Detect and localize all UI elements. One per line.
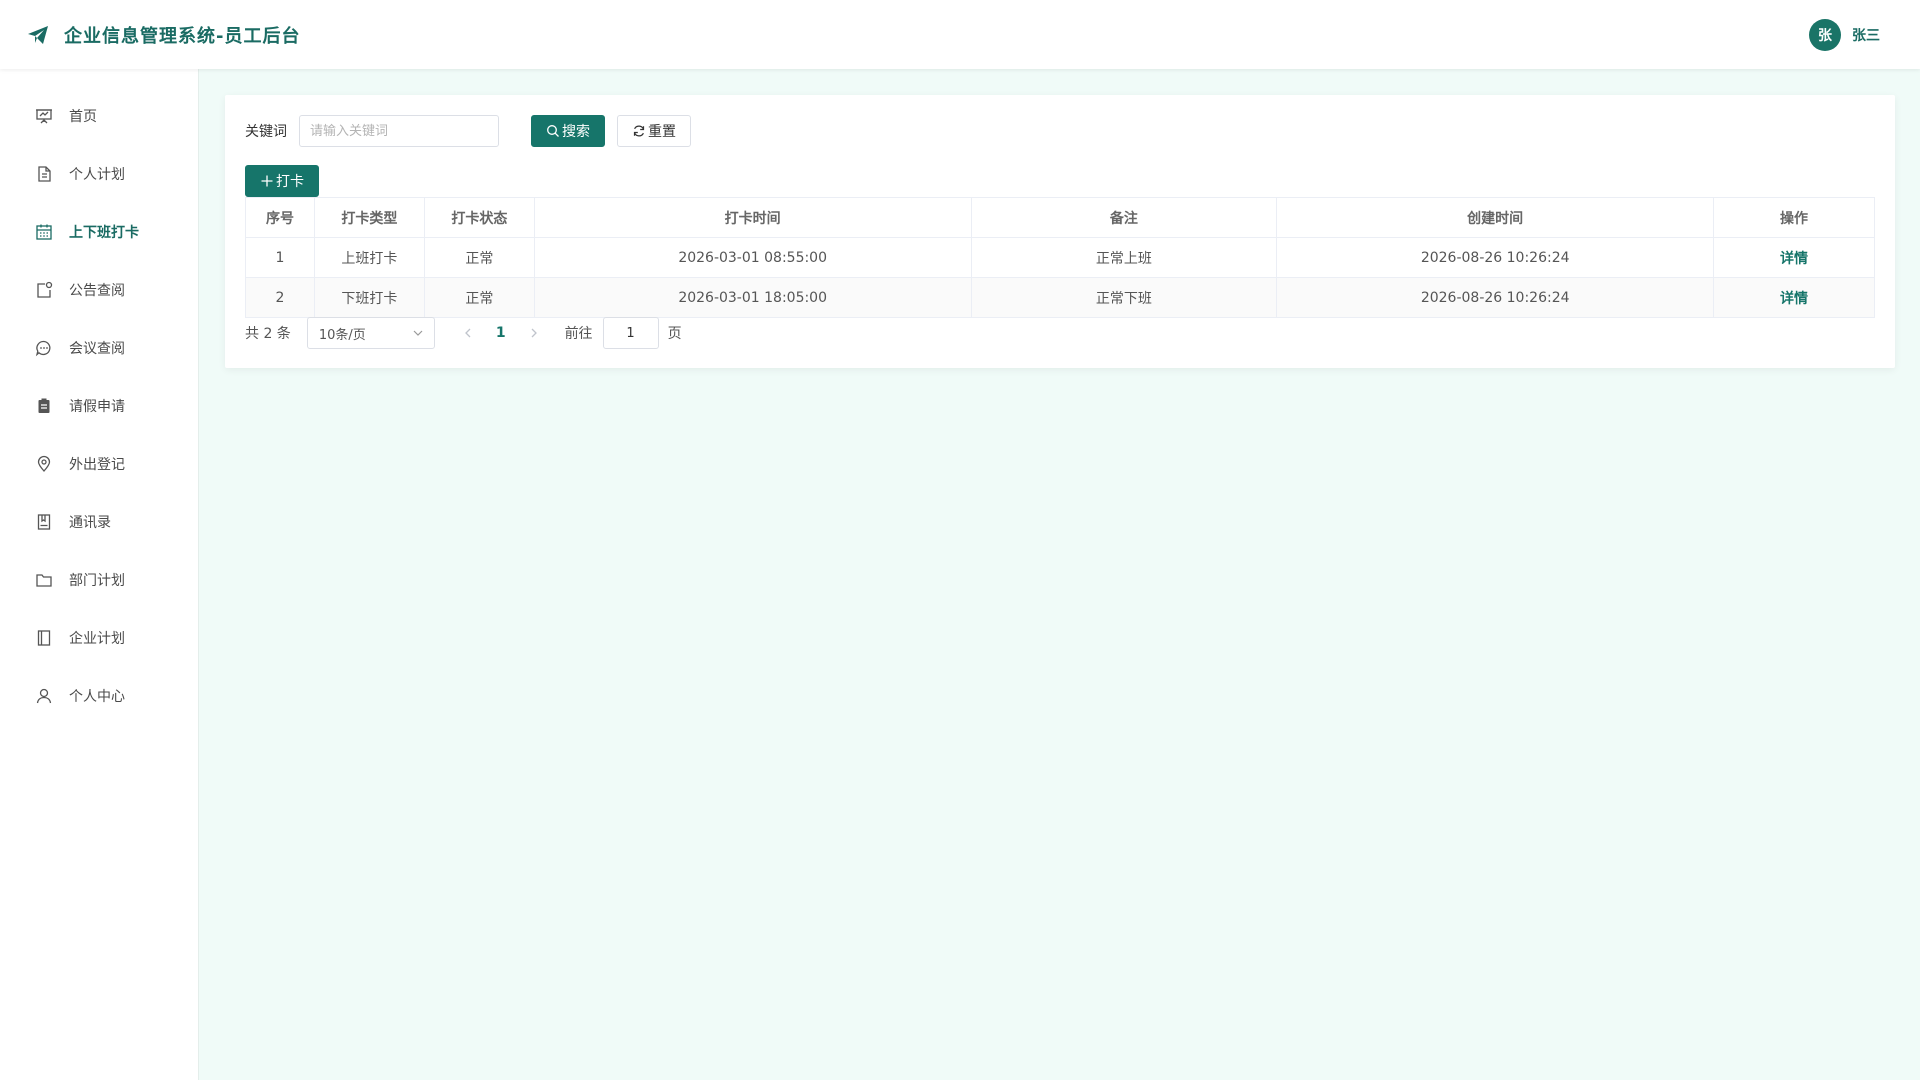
user-icon bbox=[35, 687, 53, 705]
goto-suffix: 页 bbox=[667, 326, 682, 342]
table-row: 2 下班打卡 正常 2026-03-01 18:05:00 正常下班 2026-… bbox=[245, 277, 1875, 318]
search-icon bbox=[546, 124, 560, 138]
plus-icon bbox=[260, 174, 274, 188]
keyword-label: 关键词 bbox=[245, 124, 287, 140]
sidebar-item-label: 个人中心 bbox=[69, 689, 125, 705]
search-bar: 关键词 搜索 重置 bbox=[245, 115, 691, 147]
sidebar-item-label: 会议查阅 bbox=[69, 341, 125, 357]
chevron-down-icon bbox=[412, 327, 424, 339]
cell-remark: 正常下班 bbox=[970, 277, 1278, 318]
keyword-input[interactable] bbox=[299, 115, 499, 147]
total-count: 共 2 条 bbox=[245, 326, 291, 342]
folder-icon bbox=[35, 571, 53, 589]
next-page-icon[interactable] bbox=[527, 326, 541, 340]
sidebar-item-leave-request[interactable]: 请假申请 bbox=[0, 377, 198, 435]
goto-label: 前往 bbox=[564, 326, 593, 342]
pagination: 共 2 条 10条/页 1 前往 页 bbox=[245, 317, 682, 349]
cell-time: 2026-03-01 08:55:00 bbox=[533, 237, 972, 278]
column-header: 备注 bbox=[970, 197, 1278, 238]
detail-link[interactable]: 详情 bbox=[1780, 251, 1808, 267]
cell-time: 2026-03-01 18:05:00 bbox=[533, 277, 972, 318]
content-card: 关键词 搜索 重置 打卡 序号 打卡类型 打卡状态 打卡时间 备注 创建时间 bbox=[225, 95, 1895, 368]
table-row: 1 上班打卡 正常 2026-03-01 08:55:00 正常上班 2026-… bbox=[245, 237, 1875, 278]
cell-type: 下班打卡 bbox=[313, 277, 425, 318]
sidebar-item-label: 首页 bbox=[69, 109, 97, 125]
paper-plane-icon bbox=[26, 23, 50, 47]
sidebar-item-company-plan[interactable]: 企业计划 bbox=[0, 609, 198, 667]
detail-link[interactable]: 详情 bbox=[1780, 291, 1808, 307]
goto-page-input[interactable] bbox=[602, 317, 659, 349]
sidebar-item-department-plan[interactable]: 部门计划 bbox=[0, 551, 198, 609]
cell-remark: 正常上班 bbox=[970, 237, 1278, 278]
sidebar-item-label: 个人计划 bbox=[69, 167, 125, 183]
cell-action: 详情 bbox=[1713, 277, 1875, 318]
search-button-label: 搜索 bbox=[562, 124, 590, 140]
sidebar-item-personal-plan[interactable]: 个人计划 bbox=[0, 145, 198, 203]
sidebar-item-announcements[interactable]: 公告查阅 bbox=[0, 261, 198, 319]
top-header: 企业信息管理系统-员工后台 张 张三 bbox=[0, 0, 1920, 69]
cell-created: 2026-08-26 10:26:24 bbox=[1276, 237, 1715, 278]
column-header: 创建时间 bbox=[1276, 197, 1715, 238]
sidebar-item-attendance[interactable]: 上下班打卡 bbox=[0, 203, 198, 261]
document-icon bbox=[35, 165, 53, 183]
user-name[interactable]: 张三 bbox=[1852, 25, 1880, 45]
contact-book-icon bbox=[35, 513, 53, 531]
cell-action: 详情 bbox=[1713, 237, 1875, 278]
user-menu[interactable]: 张 张三 bbox=[1809, 0, 1880, 69]
sidebar-item-home[interactable]: 首页 bbox=[0, 87, 198, 145]
sidebar-item-label: 通讯录 bbox=[69, 515, 111, 531]
logo[interactable]: 企业信息管理系统-员工后台 bbox=[26, 22, 300, 48]
avatar[interactable]: 张 bbox=[1809, 18, 1841, 51]
reset-button-label: 重置 bbox=[648, 124, 676, 140]
sidebar-item-label: 部门计划 bbox=[69, 573, 125, 589]
sidebar: 首页 个人计划 上下班打卡 公告查阅 会议查阅 请假申请 外出登记 通讯录 部门… bbox=[0, 69, 199, 1080]
column-header: 打卡时间 bbox=[533, 197, 972, 238]
search-button[interactable]: 搜索 bbox=[531, 115, 605, 147]
presentation-icon bbox=[35, 107, 53, 125]
sidebar-item-label: 上下班打卡 bbox=[69, 225, 139, 241]
column-header: 打卡类型 bbox=[313, 197, 425, 238]
sidebar-item-contacts[interactable]: 通讯录 bbox=[0, 493, 198, 551]
chat-bubble-icon bbox=[35, 339, 53, 357]
cell-status: 正常 bbox=[423, 277, 535, 318]
cell-index: 1 bbox=[245, 237, 315, 278]
column-header: 序号 bbox=[245, 197, 315, 238]
cell-index: 2 bbox=[245, 277, 315, 318]
cell-type: 上班打卡 bbox=[313, 237, 425, 278]
sidebar-item-outing[interactable]: 外出登记 bbox=[0, 435, 198, 493]
column-header: 操作 bbox=[1713, 197, 1875, 238]
cell-created: 2026-08-26 10:26:24 bbox=[1276, 277, 1715, 318]
sidebar-item-label: 公告查阅 bbox=[69, 283, 125, 299]
clipboard-icon bbox=[35, 397, 53, 415]
cell-status: 正常 bbox=[423, 237, 535, 278]
location-pin-icon bbox=[35, 455, 53, 473]
add-checkin-button[interactable]: 打卡 bbox=[245, 165, 319, 197]
add-button-label: 打卡 bbox=[276, 174, 304, 190]
page-size-select[interactable]: 10条/页 bbox=[306, 317, 435, 349]
sidebar-item-label: 请假申请 bbox=[69, 399, 125, 415]
page-number-current[interactable]: 1 bbox=[496, 325, 506, 341]
calendar-icon bbox=[35, 223, 53, 241]
prev-page-icon[interactable] bbox=[461, 326, 475, 340]
page-size-value: 10条/页 bbox=[318, 327, 366, 343]
refresh-icon bbox=[632, 124, 646, 138]
table-header-row: 序号 打卡类型 打卡状态 打卡时间 备注 创建时间 操作 bbox=[245, 197, 1875, 238]
notice-icon bbox=[35, 281, 53, 299]
column-header: 打卡状态 bbox=[423, 197, 535, 238]
sidebar-item-meetings[interactable]: 会议查阅 bbox=[0, 319, 198, 377]
sidebar-item-label: 外出登记 bbox=[69, 457, 125, 473]
sidebar-item-profile[interactable]: 个人中心 bbox=[0, 667, 198, 725]
sidebar-item-label: 企业计划 bbox=[69, 631, 125, 647]
reset-button[interactable]: 重置 bbox=[617, 115, 691, 147]
notebook-icon bbox=[35, 629, 53, 647]
app-title: 企业信息管理系统-员工后台 bbox=[64, 25, 301, 47]
attendance-table: 序号 打卡类型 打卡状态 打卡时间 备注 创建时间 操作 1 上班打卡 正常 2… bbox=[245, 197, 1875, 318]
